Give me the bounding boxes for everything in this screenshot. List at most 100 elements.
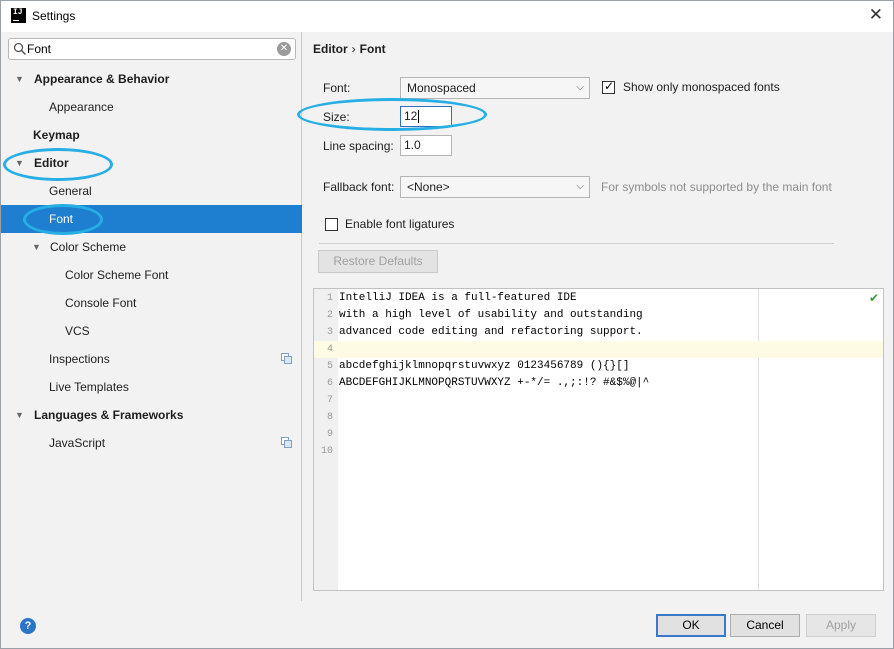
line-number: 4 (326, 344, 333, 355)
line-spacing-label: Line spacing: (323, 139, 394, 153)
font-label: Font: (323, 81, 351, 95)
chevron-down-icon[interactable]: ▼ (32, 233, 41, 261)
font-dropdown-value: Monospaced (407, 81, 476, 95)
preview-line: 4 (314, 341, 883, 358)
show-only-monospaced-checkbox[interactable] (602, 79, 615, 94)
project-settings-icon (281, 437, 292, 448)
show-only-monospaced-label[interactable]: Show only monospaced fonts (623, 80, 780, 94)
tree-item-label: Editor (34, 156, 69, 170)
search-input[interactable]: Font (27, 42, 51, 56)
preview-line: 6 ABCDEFGHIJKLMNOPQRSTUVWXYZ +-*/= .,;:!?… (314, 375, 883, 392)
tree-item-label: Font (49, 212, 74, 226)
project-settings-icon (281, 353, 292, 364)
fallback-font-label: Fallback font: (323, 180, 395, 194)
restore-defaults-button[interactable]: Restore Defaults (318, 250, 438, 273)
preview-line: 8 (314, 409, 883, 426)
tree-item-label: VCS (65, 324, 90, 338)
tree-item-label: Appearance & Behavior (34, 72, 170, 86)
line-spacing-value: 1.0 (404, 138, 421, 152)
text-caret (418, 110, 420, 124)
line-number: 7 (326, 395, 333, 406)
breadcrumb-current: Font (359, 42, 386, 56)
tree-item-inspections[interactable]: Inspections (1, 345, 302, 373)
preview-line: 1 IntelliJ IDEA is a full-featured IDE (314, 290, 883, 307)
intellij-app-icon: IJ (11, 8, 26, 23)
tree-item-color-scheme-font[interactable]: Color Scheme Font (1, 261, 302, 289)
section-divider (319, 243, 834, 244)
tree-item-languages-frameworks[interactable]: ▼ Languages & Frameworks (1, 401, 302, 429)
tree-item-console-font[interactable]: Console Font (1, 289, 302, 317)
line-number: 6 (326, 378, 333, 389)
settings-tree: ▼ Appearance & Behavior Appearance Keyma… (1, 65, 302, 457)
tree-item-color-scheme[interactable]: ▼ Color Scheme (1, 233, 302, 261)
size-label: Size: (323, 110, 350, 124)
font-preview-editor[interactable]: 1 IntelliJ IDEA is a full-featured IDE 2 wi… (313, 288, 884, 591)
close-icon[interactable]: ✕ (869, 5, 883, 25)
preview-line-text: with a high level of usability and outst… (339, 309, 643, 321)
window-title: Settings (32, 9, 76, 23)
settings-window: IJ Settings ✕ Font ✕ ▼ Appearance & Beha… (0, 0, 894, 649)
breadcrumb-separator: › (351, 42, 356, 56)
clear-search-icon[interactable]: ✕ (277, 42, 291, 56)
tree-item-label: Color Scheme Font (65, 268, 169, 282)
tree-item-label: Keymap (33, 128, 80, 142)
preview-line-text: ABCDEFGHIJKLMNOPQRSTUVWXYZ +-*/= .,;:!? … (339, 377, 650, 389)
tree-item-vcs[interactable]: VCS (1, 317, 302, 345)
title-bar: IJ Settings ✕ (1, 1, 893, 32)
breadcrumb-parent: Editor (313, 42, 348, 56)
tree-item-label: Languages & Frameworks (34, 408, 184, 422)
breadcrumb: Editor › Font (313, 42, 386, 56)
tree-item-label: Inspections (49, 352, 110, 366)
search-field[interactable]: Font ✕ (8, 38, 296, 60)
tree-item-appearance[interactable]: Appearance (1, 93, 302, 121)
line-number: 5 (326, 361, 333, 372)
enable-ligatures-label[interactable]: Enable font ligatures (345, 217, 454, 231)
preview-line: 3 advanced code editing and refactoring s… (314, 324, 883, 341)
tree-item-label: Appearance (49, 100, 114, 114)
chevron-down-icon[interactable]: ▼ (15, 65, 24, 93)
line-number: 1 (326, 293, 333, 304)
search-icon (13, 42, 27, 56)
ok-button[interactable]: OK (656, 614, 726, 637)
preview-line: 7 (314, 392, 883, 409)
tree-item-label: JavaScript (49, 436, 106, 450)
line-number: 10 (320, 446, 333, 457)
tree-item-javascript[interactable]: JavaScript (1, 429, 302, 457)
tree-item-appearance-behavior[interactable]: ▼ Appearance & Behavior (1, 65, 302, 93)
tree-item-label: Console Font (65, 296, 137, 310)
line-number: 9 (326, 429, 333, 440)
chevron-down-icon[interactable]: ▼ (15, 149, 24, 177)
preview-line: 2 with a high level of usability and outs… (314, 307, 883, 324)
tree-item-label: Live Templates (49, 380, 129, 394)
preview-line-text: abcdefghijklmnopqrstuvwxyz 0123456789 ()… (339, 360, 630, 372)
preview-line-text: IntelliJ IDEA is a full-featured IDE (339, 292, 577, 304)
tree-item-font[interactable]: Font (1, 205, 302, 233)
chevron-down-icon: ⌵ (576, 82, 584, 93)
font-dropdown[interactable]: Monospaced ⌵ (400, 77, 590, 99)
tree-item-label: Color Scheme (50, 240, 127, 254)
cancel-button[interactable]: Cancel (730, 614, 800, 637)
help-icon[interactable]: ? (20, 618, 36, 634)
tree-item-editor[interactable]: ▼ Editor (1, 149, 302, 177)
tree-item-keymap[interactable]: Keymap (1, 121, 302, 149)
fallback-font-value: <None> (407, 180, 450, 194)
line-spacing-field[interactable]: 1.0 (400, 135, 452, 156)
line-number: 2 (326, 310, 333, 321)
chevron-down-icon[interactable]: ▼ (15, 401, 24, 429)
tree-item-general[interactable]: General (1, 177, 302, 205)
size-field[interactable]: 12 (400, 106, 452, 127)
tree-item-live-templates[interactable]: Live Templates (1, 373, 302, 401)
preview-line: 5 abcdefghijklmnopqrstuvwxyz 0123456789 (… (314, 358, 883, 375)
apply-button[interactable]: Apply (806, 614, 876, 637)
check-icon: ✔ (868, 291, 879, 305)
enable-ligatures-checkbox[interactable] (325, 218, 338, 231)
preview-line-text: advanced code editing and refactoring su… (339, 326, 643, 338)
settings-content: Editor›Font Font: Monospaced ⌵ Show only… (303, 32, 893, 601)
preview-line: 10 (314, 443, 883, 460)
line-number: 3 (326, 327, 333, 338)
settings-sidebar: Font ✕ ▼ Appearance & Behavior Appearanc… (1, 32, 302, 601)
fallback-font-dropdown[interactable]: <None> ⌵ (400, 176, 590, 198)
line-number: 8 (326, 412, 333, 423)
fallback-font-hint: For symbols not supported by the main fo… (601, 180, 832, 194)
tree-item-label: General (49, 184, 92, 198)
